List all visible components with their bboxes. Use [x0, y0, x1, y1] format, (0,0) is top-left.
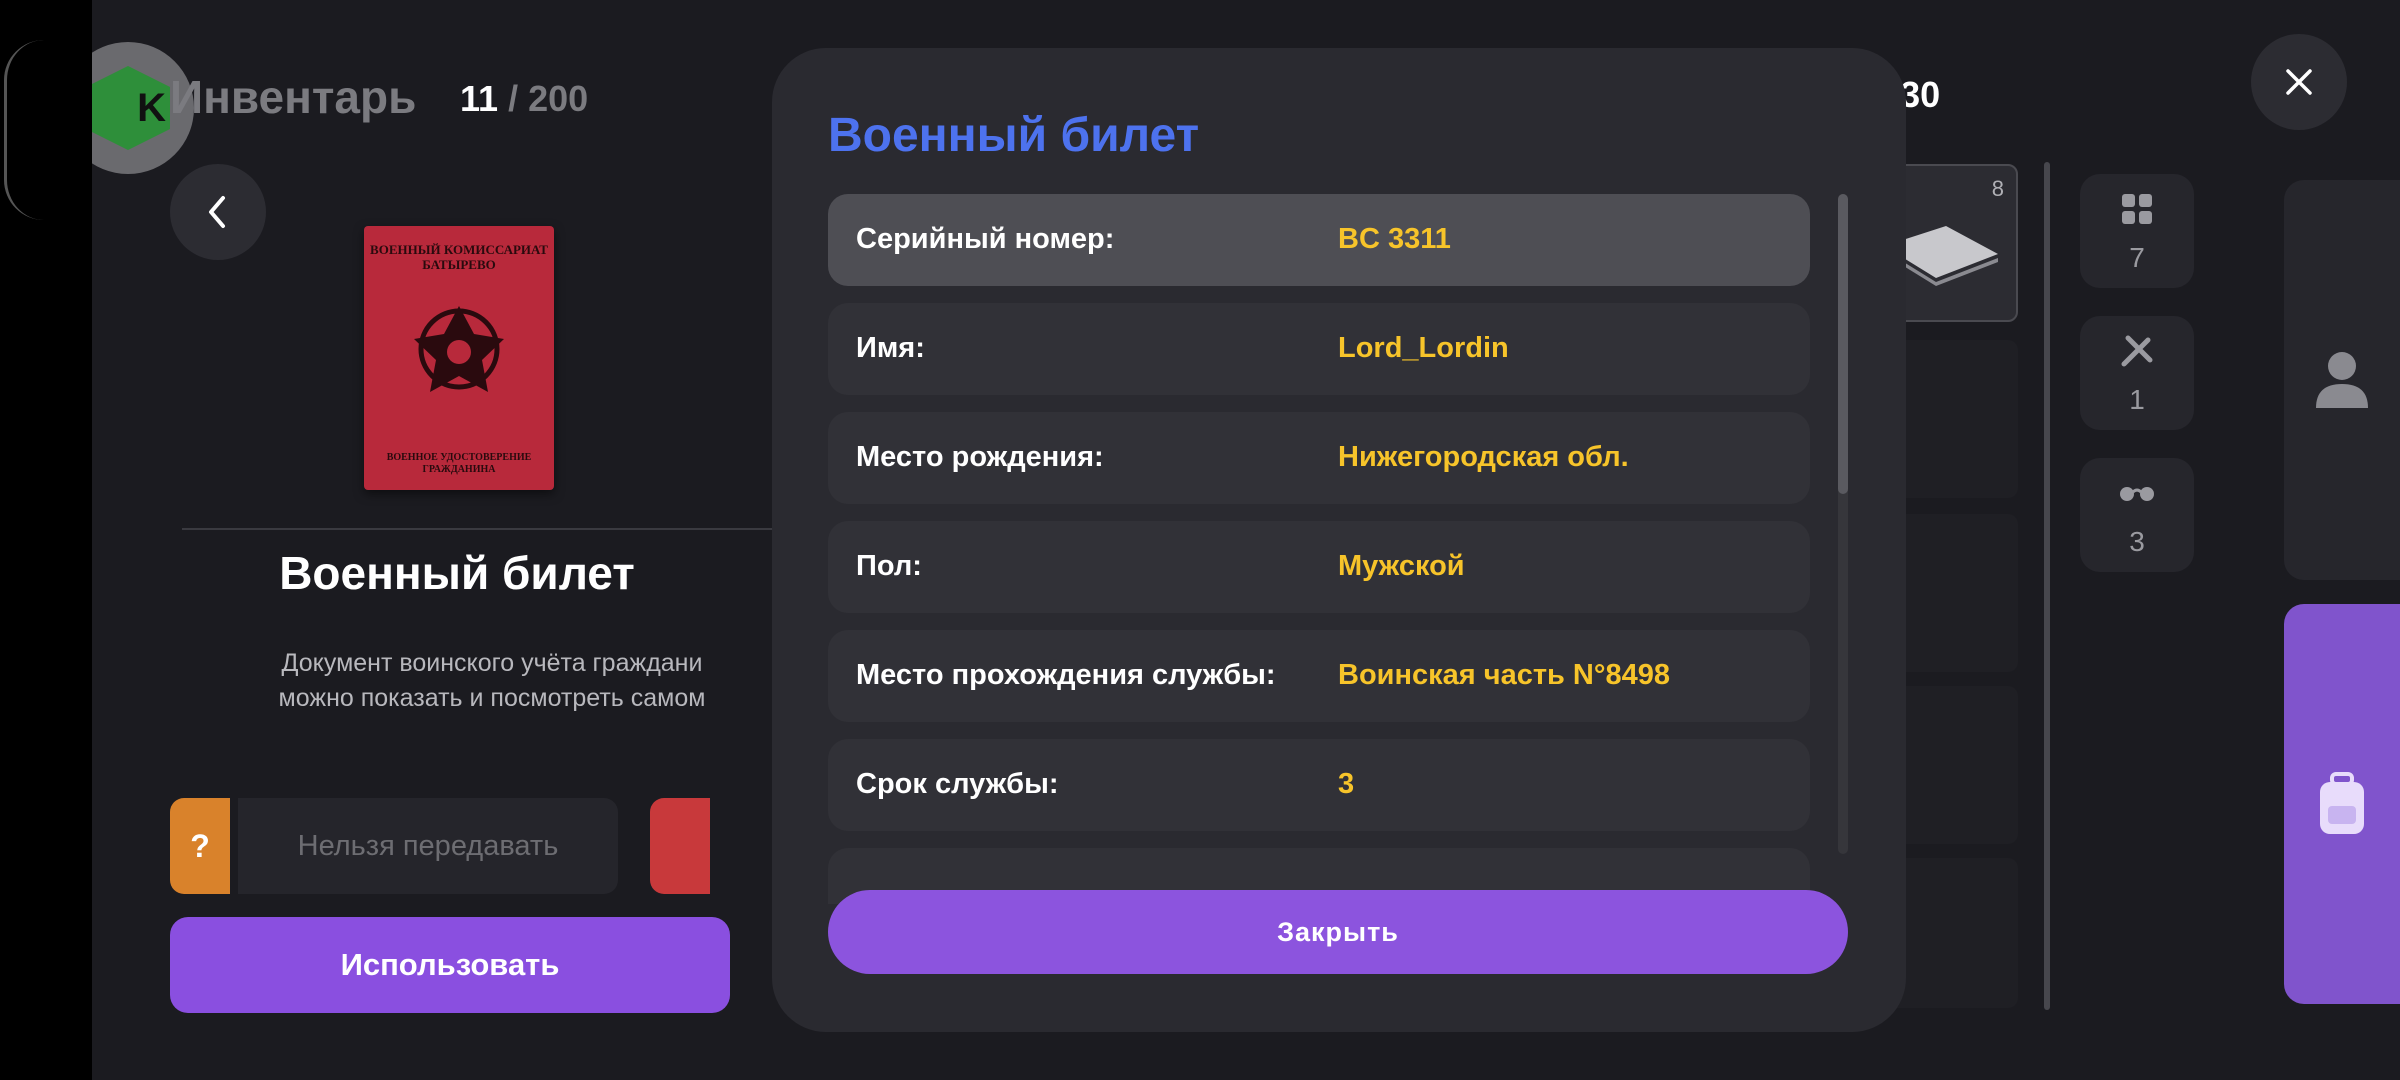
- tab-character[interactable]: [2284, 180, 2400, 580]
- close-icon: [2286, 69, 2312, 95]
- field-value: 3: [1338, 768, 1355, 800]
- filter-count: 1: [2129, 384, 2145, 415]
- field-label: Имя:: [856, 332, 925, 364]
- backpack-icon: [2320, 772, 2364, 834]
- chevron-left-icon: [209, 196, 225, 228]
- inventory-count: 11: [460, 78, 499, 119]
- modal-scrollbar[interactable]: [1838, 194, 1848, 854]
- modal-title: Военный билет: [828, 109, 1200, 162]
- image-text-bottom: ВОЕННОЕ УДОСТОВЕРЕНИЕ ГРАЖДАНИНА: [386, 452, 532, 475]
- field-label: Место прохождения службы:: [856, 659, 1276, 691]
- image-text-top: ВОЕННЫЙ КОМИССАРИАТ БАТЫРЕВО: [370, 242, 548, 272]
- inventory-screen: K Инвентарь 11 / 200 ВОЕННЫЙ КОМИССАРИАТ…: [92, 0, 2400, 1080]
- filter-all[interactable]: 7: [2080, 174, 2194, 288]
- glasses-icon: [2080, 476, 2194, 511]
- transfer-disabled-label: Нельзя передавать: [238, 798, 618, 894]
- field-value: Мужской: [1338, 550, 1465, 582]
- document-fields-list[interactable]: Серийный номер: BC 3311 Имя: Lord_Lordin…: [828, 194, 1810, 904]
- tab-backpack[interactable]: [2284, 604, 2400, 1004]
- field-row[interactable]: Срок службы: 3: [828, 739, 1810, 831]
- field-label: Пол:: [856, 550, 922, 582]
- fork-knife-icon: [2080, 334, 2194, 373]
- divider: [182, 528, 772, 530]
- item-name: Военный билет: [279, 547, 635, 599]
- field-row[interactable]: Серийный номер: BC 3311: [828, 194, 1810, 286]
- inventory-title: Инвентарь: [170, 71, 417, 123]
- field-row[interactable]: Имя: Lord_Lordin: [828, 303, 1810, 395]
- logo-hexagon-icon: K: [92, 66, 170, 150]
- filter-accessories[interactable]: 3: [2080, 458, 2194, 572]
- emblem-icon: [414, 306, 504, 392]
- field-value: Воинская часть N°8498: [1338, 659, 1670, 691]
- document-modal: Военный билет Серийный номер: BC 3311 Им…: [772, 48, 1906, 1032]
- item-description: Документ воинского учёта граждани можно …: [192, 646, 792, 716]
- field-label: Место рождения:: [856, 441, 1104, 473]
- drop-button[interactable]: [650, 798, 710, 894]
- close-inventory-button[interactable]: [2251, 34, 2347, 130]
- military-id-image: ВОЕННЫЙ КОМИССАРИАТ БАТЫРЕВО ВОЕННОЕ УДО…: [364, 226, 554, 490]
- person-icon: [2316, 352, 2368, 408]
- field-row[interactable]: Место рождения: Нижегородская обл.: [828, 412, 1810, 504]
- field-label: Срок службы:: [856, 768, 1059, 800]
- field-value: BC 3311: [1338, 223, 1451, 255]
- modal-scrollbar-thumb[interactable]: [1838, 194, 1848, 494]
- screen-edge: [4, 40, 47, 220]
- grid-icon: [2080, 192, 2194, 231]
- back-button[interactable]: [170, 164, 266, 260]
- description-line-2: можно показать и посмотреть самом: [278, 684, 706, 712]
- field-row[interactable]: Пол: Мужской: [828, 521, 1810, 613]
- close-button[interactable]: Закрыть: [828, 890, 1848, 974]
- help-button[interactable]: ?: [170, 798, 230, 894]
- field-value: Lord_Lordin: [1338, 332, 1509, 364]
- field-label: Серийный номер:: [856, 223, 1115, 255]
- inventory-max: 200: [528, 78, 589, 119]
- field-row[interactable]: Место прохождения службы: Воинская часть…: [828, 630, 1810, 722]
- inventory-capacity: 11 / 200: [460, 78, 588, 120]
- slot-count: 8: [1991, 176, 2004, 201]
- inventory-scrollbar[interactable]: [2044, 162, 2050, 1010]
- filter-count: 7: [2129, 242, 2145, 273]
- filter-food[interactable]: 1: [2080, 316, 2194, 430]
- field-value: Нижегородская обл.: [1338, 441, 1629, 473]
- capacity-separator: /: [508, 78, 519, 119]
- description-line-1: Документ воинского учёта граждани: [281, 649, 703, 677]
- mc-value: 30: [1900, 74, 1941, 115]
- filter-count: 3: [2129, 526, 2145, 557]
- use-button[interactable]: Использовать: [170, 917, 730, 1013]
